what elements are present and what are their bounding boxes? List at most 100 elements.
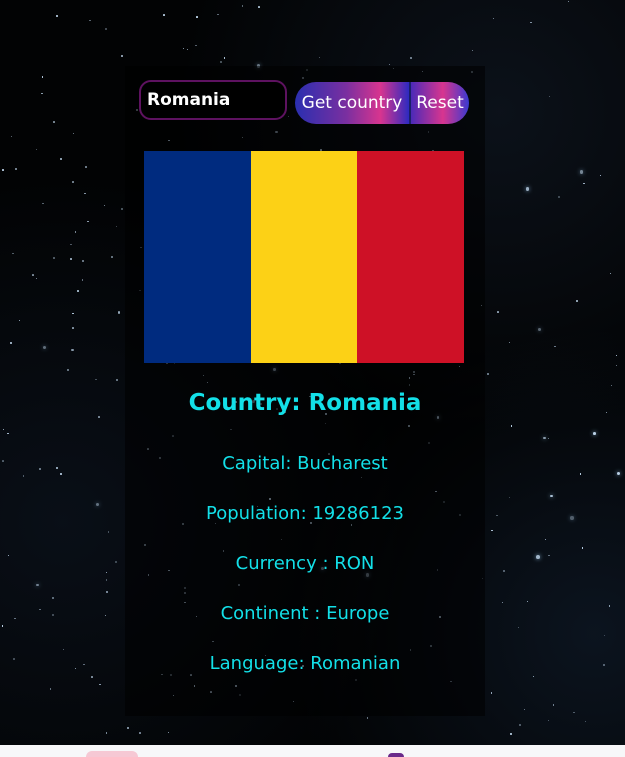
star bbox=[576, 299, 579, 302]
star bbox=[567, 0, 570, 2]
star bbox=[490, 692, 493, 694]
star bbox=[39, 468, 41, 471]
star bbox=[7, 554, 10, 556]
flag-stripe-red bbox=[357, 151, 465, 363]
star bbox=[510, 425, 513, 427]
get-country-button[interactable]: Get country bbox=[295, 82, 409, 124]
star bbox=[616, 471, 620, 475]
star bbox=[107, 531, 110, 534]
star bbox=[69, 258, 72, 260]
star bbox=[530, 21, 533, 24]
reset-button[interactable]: Reset bbox=[411, 82, 469, 124]
star bbox=[508, 497, 510, 499]
country-title: Country: Romania bbox=[188, 390, 422, 416]
star bbox=[115, 378, 119, 382]
star bbox=[11, 135, 13, 137]
star bbox=[216, 13, 219, 16]
star bbox=[471, 49, 474, 52]
star bbox=[572, 711, 575, 714]
star bbox=[548, 554, 550, 557]
star bbox=[14, 617, 16, 620]
star bbox=[510, 733, 512, 735]
star bbox=[81, 279, 84, 282]
star bbox=[111, 255, 114, 258]
star bbox=[55, 466, 58, 470]
star bbox=[2, 168, 4, 171]
star bbox=[106, 732, 108, 734]
star bbox=[168, 732, 170, 734]
star bbox=[258, 6, 260, 8]
star bbox=[83, 663, 85, 666]
star bbox=[72, 312, 74, 314]
star bbox=[117, 311, 120, 314]
star bbox=[517, 626, 520, 629]
star bbox=[388, 64, 390, 66]
star bbox=[241, 5, 244, 7]
star bbox=[91, 676, 93, 678]
star bbox=[42, 345, 47, 350]
star bbox=[105, 591, 108, 594]
star bbox=[501, 601, 504, 603]
star bbox=[96, 502, 100, 507]
star bbox=[491, 529, 493, 532]
star bbox=[538, 327, 542, 331]
star bbox=[74, 667, 77, 670]
star bbox=[70, 243, 72, 246]
star bbox=[366, 716, 369, 719]
star bbox=[66, 368, 69, 371]
population-text: Population: 19286123 bbox=[206, 503, 404, 524]
continent-text: Continent : Europe bbox=[220, 603, 390, 624]
star bbox=[579, 170, 584, 174]
star bbox=[554, 345, 556, 348]
star bbox=[77, 289, 79, 292]
star bbox=[610, 384, 612, 386]
star bbox=[600, 174, 602, 176]
star bbox=[608, 605, 611, 607]
currency-text: Currency : RON bbox=[235, 553, 375, 574]
star bbox=[104, 204, 106, 206]
flag-stripe-yellow bbox=[250, 151, 358, 363]
star bbox=[55, 15, 58, 18]
bottom-bar bbox=[0, 745, 625, 757]
star bbox=[99, 683, 101, 686]
star bbox=[84, 166, 87, 169]
star bbox=[116, 225, 118, 227]
star bbox=[508, 341, 511, 344]
star bbox=[126, 727, 129, 730]
star bbox=[318, 56, 321, 59]
star bbox=[493, 18, 495, 20]
star bbox=[42, 202, 45, 205]
star bbox=[606, 412, 608, 414]
star bbox=[615, 355, 618, 357]
star bbox=[22, 474, 25, 477]
star bbox=[548, 96, 550, 98]
star bbox=[579, 473, 581, 475]
star bbox=[35, 149, 37, 151]
star bbox=[544, 538, 547, 541]
star bbox=[36, 278, 38, 280]
star bbox=[120, 208, 123, 211]
star bbox=[139, 731, 141, 734]
star bbox=[18, 320, 20, 322]
star bbox=[585, 720, 587, 722]
star bbox=[41, 76, 44, 78]
star bbox=[523, 708, 526, 711]
star bbox=[87, 220, 89, 222]
star bbox=[2, 460, 4, 462]
star bbox=[532, 675, 534, 677]
star bbox=[71, 181, 74, 183]
country-flag bbox=[144, 151, 465, 363]
star bbox=[487, 373, 490, 376]
country-search-input[interactable] bbox=[139, 80, 287, 120]
star bbox=[609, 272, 612, 275]
bottom-decoration bbox=[86, 751, 138, 757]
star bbox=[570, 516, 574, 520]
star bbox=[495, 514, 498, 517]
star bbox=[98, 416, 101, 419]
star bbox=[603, 663, 606, 666]
star bbox=[195, 44, 197, 47]
language-text: Language: Romanian bbox=[209, 653, 401, 674]
star bbox=[14, 168, 17, 171]
star bbox=[53, 257, 56, 260]
star bbox=[71, 348, 74, 351]
